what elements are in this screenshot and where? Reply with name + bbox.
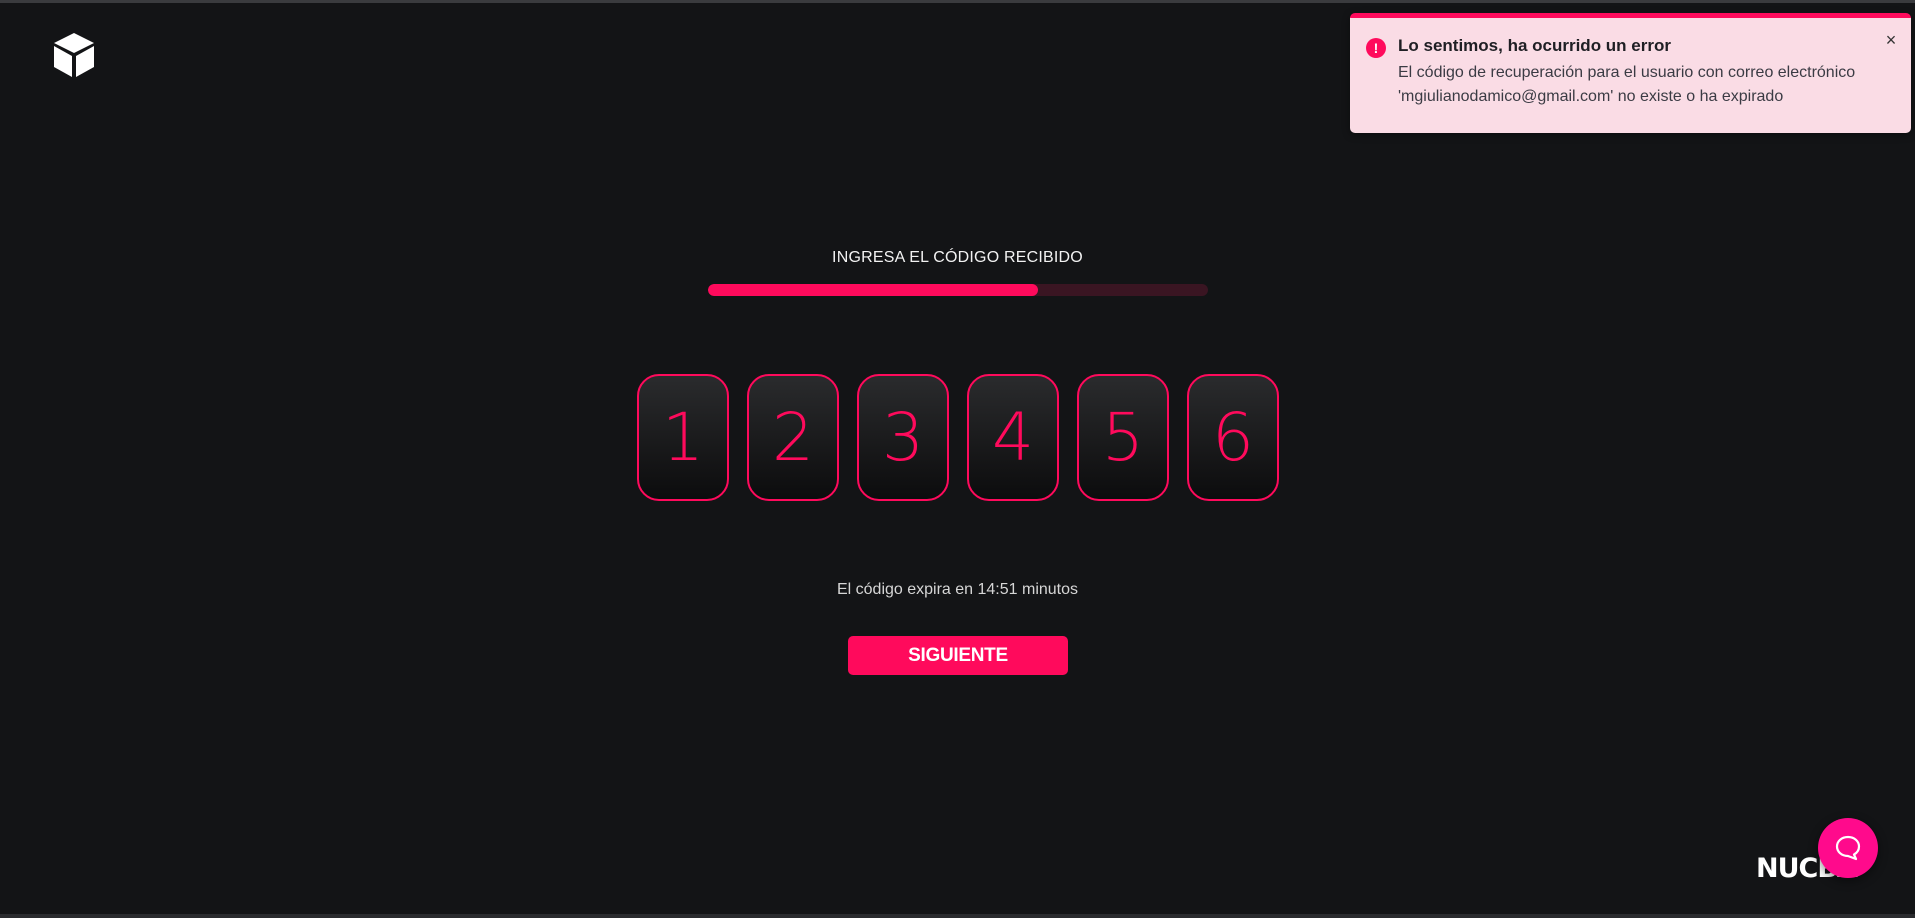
- progress-fill: [708, 284, 1038, 296]
- code-digit-input[interactable]: 1: [637, 374, 729, 501]
- progress-bar: [708, 284, 1208, 296]
- code-digit-input[interactable]: 2: [747, 374, 839, 501]
- close-icon[interactable]: ×: [1881, 30, 1901, 50]
- alert-circle-icon: !: [1366, 38, 1386, 58]
- page: ! Lo sentimos, ha ocurrido un error El c…: [0, 0, 1915, 918]
- code-digit-input[interactable]: 5: [1077, 374, 1169, 501]
- toast-message: El código de recuperación para el usuari…: [1398, 64, 1856, 105]
- code-digit-input[interactable]: 3: [857, 374, 949, 501]
- bottom-border: [0, 914, 1915, 918]
- error-toast: ! Lo sentimos, ha ocurrido un error El c…: [1350, 13, 1911, 133]
- code-digit-input[interactable]: 4: [967, 374, 1059, 501]
- code-input-group: 1 2 3 4 5 6: [637, 374, 1279, 501]
- chat-bubble-icon: [1835, 835, 1861, 861]
- expiry-text: El código expira en 14:51 minutos: [836, 581, 1079, 598]
- code-digit-input[interactable]: 6: [1187, 374, 1279, 501]
- toast-title: Lo sentimos, ha ocurrido un error: [1398, 36, 1671, 55]
- next-button[interactable]: SIGUIENTE: [848, 636, 1068, 675]
- chat-button[interactable]: [1818, 818, 1878, 878]
- cube-logo-icon[interactable]: [50, 31, 98, 79]
- step-title: INGRESA EL CÓDIGO RECIBIDO: [832, 249, 1083, 266]
